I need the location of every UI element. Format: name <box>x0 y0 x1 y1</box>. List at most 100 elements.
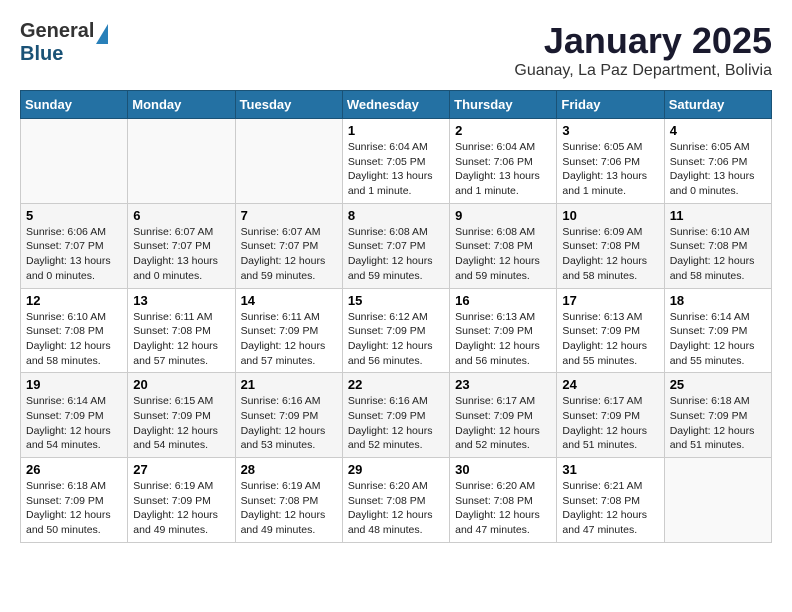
day-number: 10 <box>562 208 658 223</box>
day-cell: 24Sunrise: 6:17 AMSunset: 7:09 PMDayligh… <box>557 373 664 458</box>
day-cell: 9 Sunrise: 6:08 AMSunset: 7:08 PMDaylight… <box>450 203 557 288</box>
day-number: 14 <box>241 293 337 308</box>
day-cell: 12Sunrise: 6:10 AMSunset: 7:08 PMDayligh… <box>21 288 128 373</box>
header-row: SundayMondayTuesdayWednesdayThursdayFrid… <box>21 91 772 119</box>
day-number: 11 <box>670 208 766 223</box>
calendar-header: SundayMondayTuesdayWednesdayThursdayFrid… <box>21 91 772 119</box>
day-number: 25 <box>670 377 766 392</box>
day-number: 31 <box>562 462 658 477</box>
week-row-0: 1 Sunrise: 6:04 AMSunset: 7:05 PMDaylight… <box>21 119 772 204</box>
day-number: 26 <box>26 462 122 477</box>
title-block: January 2025 Guanay, La Paz Department, … <box>514 20 772 80</box>
day-info: Sunrise: 6:09 AMSunset: 7:08 PMDaylight:… <box>562 225 658 284</box>
day-number: 1 <box>348 123 444 138</box>
day-info: Sunrise: 6:17 AMSunset: 7:09 PMDaylight:… <box>455 394 551 453</box>
header-monday: Monday <box>128 91 235 119</box>
day-number: 3 <box>562 123 658 138</box>
day-info: Sunrise: 6:08 AMSunset: 7:07 PMDaylight:… <box>348 225 444 284</box>
day-cell: 28Sunrise: 6:19 AMSunset: 7:08 PMDayligh… <box>235 458 342 543</box>
day-cell: 30 Sunrise: 6:20 AMSunset: 7:08 PMDayligh… <box>450 458 557 543</box>
day-number: 2 <box>455 123 551 138</box>
page-header: General Blue January 2025 Guanay, La Paz… <box>20 20 772 80</box>
header-thursday: Thursday <box>450 91 557 119</box>
day-info: Sunrise: 6:16 AMSunset: 7:09 PMDaylight:… <box>241 394 337 453</box>
day-number: 21 <box>241 377 337 392</box>
day-cell: 8 Sunrise: 6:08 AMSunset: 7:07 PMDaylight… <box>342 203 449 288</box>
day-cell <box>235 119 342 204</box>
day-info: Sunrise: 6:21 AMSunset: 7:08 PMDaylight:… <box>562 479 658 538</box>
day-cell: 15Sunrise: 6:12 AMSunset: 7:09 PMDayligh… <box>342 288 449 373</box>
day-number: 6 <box>133 208 229 223</box>
header-sunday: Sunday <box>21 91 128 119</box>
main-title: January 2025 <box>514 20 772 62</box>
logo-shape-icon <box>96 24 108 44</box>
day-cell: 2 Sunrise: 6:04 AMSunset: 7:06 PMDaylight… <box>450 119 557 204</box>
day-cell: 14 Sunrise: 6:11 AMSunset: 7:09 PMDayligh… <box>235 288 342 373</box>
day-cell <box>21 119 128 204</box>
day-number: 22 <box>348 377 444 392</box>
day-number: 13 <box>133 293 229 308</box>
day-cell: 3 Sunrise: 6:05 AMSunset: 7:06 PMDaylight… <box>557 119 664 204</box>
day-cell <box>128 119 235 204</box>
logo-general-text: General <box>20 20 94 43</box>
day-info: Sunrise: 6:13 AMSunset: 7:09 PMDaylight:… <box>562 310 658 369</box>
day-info: Sunrise: 6:04 AMSunset: 7:05 PMDaylight:… <box>348 140 444 199</box>
week-row-2: 12Sunrise: 6:10 AMSunset: 7:08 PMDayligh… <box>21 288 772 373</box>
day-cell: 10 Sunrise: 6:09 AMSunset: 7:08 PMDayligh… <box>557 203 664 288</box>
day-number: 8 <box>348 208 444 223</box>
day-number: 7 <box>241 208 337 223</box>
day-number: 4 <box>670 123 766 138</box>
day-info: Sunrise: 6:11 AMSunset: 7:08 PMDaylight:… <box>133 310 229 369</box>
day-cell: 21 Sunrise: 6:16 AMSunset: 7:09 PMDayligh… <box>235 373 342 458</box>
day-cell: 17 Sunrise: 6:13 AMSunset: 7:09 PMDayligh… <box>557 288 664 373</box>
week-row-1: 5 Sunrise: 6:06 AMSunset: 7:07 PMDaylight… <box>21 203 772 288</box>
day-cell: 16Sunrise: 6:13 AMSunset: 7:09 PMDayligh… <box>450 288 557 373</box>
day-number: 15 <box>348 293 444 308</box>
day-cell: 18Sunrise: 6:14 AMSunset: 7:09 PMDayligh… <box>664 288 771 373</box>
day-cell: 5 Sunrise: 6:06 AMSunset: 7:07 PMDaylight… <box>21 203 128 288</box>
day-number: 19 <box>26 377 122 392</box>
day-cell: 20 Sunrise: 6:15 AMSunset: 7:09 PMDayligh… <box>128 373 235 458</box>
day-cell: 4 Sunrise: 6:05 AMSunset: 7:06 PMDaylight… <box>664 119 771 204</box>
day-info: Sunrise: 6:05 AMSunset: 7:06 PMDaylight:… <box>670 140 766 199</box>
day-info: Sunrise: 6:08 AMSunset: 7:08 PMDaylight:… <box>455 225 551 284</box>
day-info: Sunrise: 6:14 AMSunset: 7:09 PMDaylight:… <box>670 310 766 369</box>
day-number: 9 <box>455 208 551 223</box>
day-cell: 31 Sunrise: 6:21 AMSunset: 7:08 PMDayligh… <box>557 458 664 543</box>
day-number: 12 <box>26 293 122 308</box>
day-info: Sunrise: 6:11 AMSunset: 7:09 PMDaylight:… <box>241 310 337 369</box>
day-info: Sunrise: 6:18 AMSunset: 7:09 PMDaylight:… <box>26 479 122 538</box>
day-info: Sunrise: 6:07 AMSunset: 7:07 PMDaylight:… <box>241 225 337 284</box>
calendar-body: 1 Sunrise: 6:04 AMSunset: 7:05 PMDaylight… <box>21 119 772 543</box>
day-info: Sunrise: 6:20 AMSunset: 7:08 PMDaylight:… <box>455 479 551 538</box>
day-cell <box>664 458 771 543</box>
day-info: Sunrise: 6:04 AMSunset: 7:06 PMDaylight:… <box>455 140 551 199</box>
day-cell: 1 Sunrise: 6:04 AMSunset: 7:05 PMDaylight… <box>342 119 449 204</box>
day-number: 30 <box>455 462 551 477</box>
day-info: Sunrise: 6:20 AMSunset: 7:08 PMDaylight:… <box>348 479 444 538</box>
day-info: Sunrise: 6:15 AMSunset: 7:09 PMDaylight:… <box>133 394 229 453</box>
day-cell: 11Sunrise: 6:10 AMSunset: 7:08 PMDayligh… <box>664 203 771 288</box>
day-cell: 19 Sunrise: 6:14 AMSunset: 7:09 PMDayligh… <box>21 373 128 458</box>
week-row-4: 26 Sunrise: 6:18 AMSunset: 7:09 PMDayligh… <box>21 458 772 543</box>
day-number: 29 <box>348 462 444 477</box>
day-number: 24 <box>562 377 658 392</box>
day-info: Sunrise: 6:18 AMSunset: 7:09 PMDaylight:… <box>670 394 766 453</box>
day-info: Sunrise: 6:07 AMSunset: 7:07 PMDaylight:… <box>133 225 229 284</box>
header-wednesday: Wednesday <box>342 91 449 119</box>
day-info: Sunrise: 6:05 AMSunset: 7:06 PMDaylight:… <box>562 140 658 199</box>
day-info: Sunrise: 6:16 AMSunset: 7:09 PMDaylight:… <box>348 394 444 453</box>
day-number: 17 <box>562 293 658 308</box>
day-cell: 7 Sunrise: 6:07 AMSunset: 7:07 PMDaylight… <box>235 203 342 288</box>
header-tuesday: Tuesday <box>235 91 342 119</box>
day-info: Sunrise: 6:14 AMSunset: 7:09 PMDaylight:… <box>26 394 122 453</box>
day-cell: 25 Sunrise: 6:18 AMSunset: 7:09 PMDayligh… <box>664 373 771 458</box>
day-number: 20 <box>133 377 229 392</box>
day-cell: 23Sunrise: 6:17 AMSunset: 7:09 PMDayligh… <box>450 373 557 458</box>
day-number: 5 <box>26 208 122 223</box>
day-cell: 6 Sunrise: 6:07 AMSunset: 7:07 PMDaylight… <box>128 203 235 288</box>
logo-blue-text: Blue <box>20 43 63 66</box>
day-info: Sunrise: 6:19 AMSunset: 7:09 PMDaylight:… <box>133 479 229 538</box>
day-info: Sunrise: 6:06 AMSunset: 7:07 PMDaylight:… <box>26 225 122 284</box>
subtitle: Guanay, La Paz Department, Bolivia <box>514 62 772 80</box>
